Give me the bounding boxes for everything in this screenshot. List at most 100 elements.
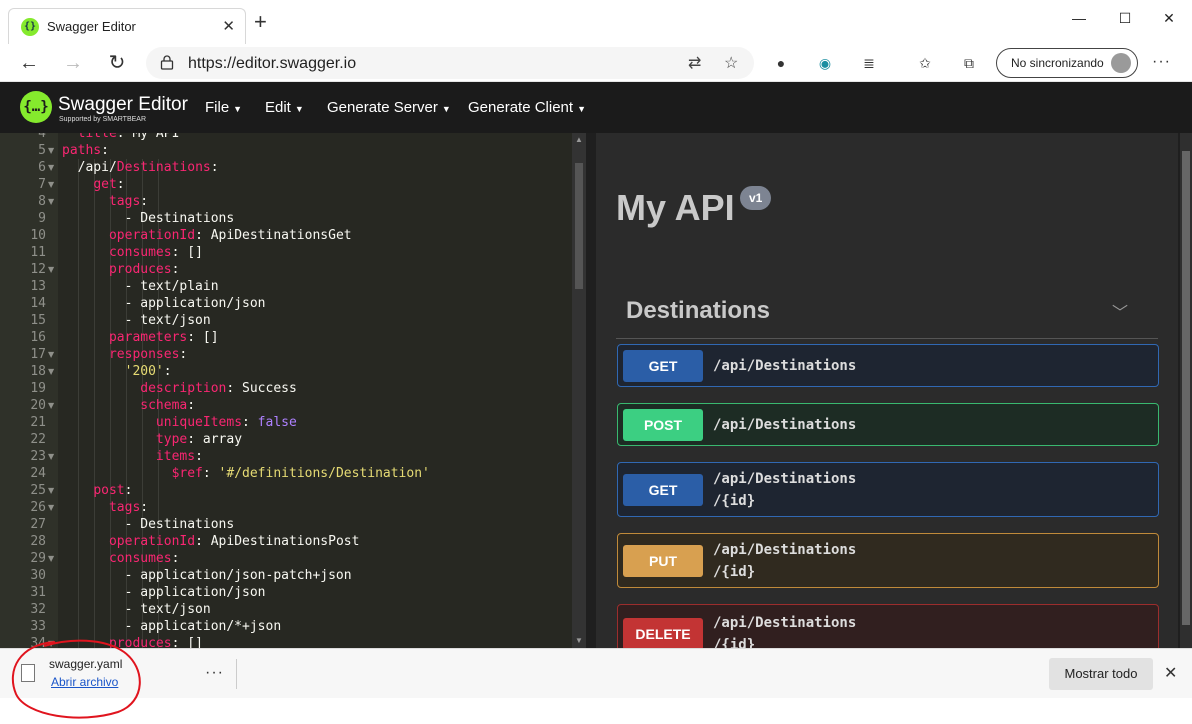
- code-token: /api/: [62, 160, 117, 175]
- download-bar-close-icon[interactable]: ✕: [1164, 663, 1177, 683]
- download-more-icon[interactable]: ···: [205, 664, 224, 682]
- fold-arrow-icon[interactable]: ▼: [48, 550, 54, 567]
- fold-arrow-icon[interactable]: ▼: [48, 193, 54, 210]
- menu-generate-client[interactable]: Generate Client ▼: [468, 99, 586, 116]
- line-number: 12: [30, 262, 46, 277]
- scroll-up-icon[interactable]: ▲: [572, 133, 586, 147]
- operation-get[interactable]: GET/api/Destinations /{id}: [617, 462, 1159, 517]
- swagger-logo-icon: {…}: [20, 91, 52, 123]
- preview-scrollbar[interactable]: [1180, 133, 1192, 648]
- profile-button[interactable]: No sincronizando: [996, 48, 1138, 78]
- fold-arrow-icon[interactable]: ▼: [48, 142, 54, 159]
- editor-scrollbar[interactable]: ▲ ▼: [572, 133, 586, 648]
- translate-icon[interactable]: ⇄: [688, 53, 701, 73]
- line-number-gutter: 4 5 ▼ 6 ▼ 7 ▼ 8 ▼ 9 10 11 12 ▼ 13 14 15 16 17 ▼ 18 ▼ 19 20 ▼ 21 22…: [0, 133, 58, 648]
- scroll-down-icon[interactable]: ▼: [572, 634, 586, 648]
- maximize-icon[interactable]: ☐: [1102, 6, 1148, 30]
- chevron-down-icon[interactable]: ﹀: [1112, 299, 1128, 323]
- code-line: tags:: [62, 499, 148, 516]
- fold-arrow-icon[interactable]: ▼: [48, 482, 54, 499]
- code-token: :: [140, 500, 149, 515]
- code-token: $ref: [171, 466, 203, 481]
- line-number: 9: [38, 211, 46, 226]
- code-token: '#/definitions/Destination': [218, 466, 430, 481]
- browser-tab[interactable]: {} Swagger Editor ✕: [8, 8, 246, 44]
- operation-get[interactable]: GET/api/Destinations: [617, 344, 1159, 387]
- code-line: description: Success: [62, 380, 297, 397]
- back-icon[interactable]: ←: [16, 50, 42, 76]
- code-token: schema: [140, 398, 188, 413]
- tag-name[interactable]: Destinations: [626, 297, 770, 325]
- favorite-star-icon[interactable]: ☆: [724, 53, 738, 73]
- fold-arrow-icon[interactable]: ▼: [48, 448, 54, 465]
- menu-generate-server[interactable]: Generate Server ▼: [327, 99, 451, 116]
- code-line: - Destinations: [62, 210, 235, 227]
- url-bar[interactable]: https://editor.swagger.io ⇄ ☆: [146, 47, 754, 79]
- operation-put[interactable]: PUT/api/Destinations /{id}: [617, 533, 1159, 588]
- method-badge: DELETE: [623, 618, 703, 648]
- code-token: :: [187, 398, 196, 413]
- yaml-editor[interactable]: 4 5 ▼ 6 ▼ 7 ▼ 8 ▼ 9 10 11 12 ▼ 13 14 15 16 17 ▼ 18 ▼ 19 20 ▼ 21 22…: [0, 133, 586, 648]
- code-token: :: [171, 551, 180, 566]
- favorites-list-icon[interactable]: ✩: [916, 54, 934, 72]
- menu-edit[interactable]: Edit ▼: [265, 99, 304, 116]
- code-token: post: [93, 483, 125, 498]
- fold-arrow-icon[interactable]: ▼: [48, 261, 54, 278]
- fold-arrow-icon[interactable]: ▼: [48, 397, 54, 414]
- tab-close-icon[interactable]: ✕: [222, 17, 235, 35]
- menu-file[interactable]: File ▼: [205, 99, 242, 116]
- fold-arrow-icon[interactable]: ▼: [48, 159, 54, 176]
- code-token: : My API: [116, 133, 180, 141]
- operation-post[interactable]: POST/api/Destinations: [617, 403, 1159, 446]
- fold-arrow-icon[interactable]: ▼: [48, 499, 54, 516]
- lightbulb-extension-icon[interactable]: ●: [772, 54, 790, 72]
- operation-path: /api/Destinations: [713, 471, 857, 487]
- code-token: :: [179, 347, 188, 362]
- code-token: : []: [171, 636, 203, 648]
- circle-extension-icon[interactable]: ◉: [816, 54, 834, 72]
- code-line: paths:: [62, 142, 109, 159]
- line-number: 26: [30, 500, 46, 515]
- fold-arrow-icon[interactable]: ▼: [48, 363, 54, 380]
- forward-icon[interactable]: →: [60, 50, 86, 76]
- stack-extension-icon[interactable]: ≣: [860, 54, 878, 72]
- minimize-icon[interactable]: —: [1056, 6, 1102, 30]
- more-options-icon[interactable]: ···: [1152, 53, 1171, 71]
- line-number: 31: [30, 585, 46, 600]
- code-token: get: [93, 177, 117, 192]
- code-token: '200': [124, 364, 164, 379]
- window-close-icon[interactable]: ✕: [1146, 6, 1192, 30]
- line-number: 20: [30, 398, 46, 413]
- avatar: [1111, 53, 1131, 73]
- menu-file-label: File: [205, 99, 230, 116]
- fold-arrow-icon[interactable]: ▼: [48, 176, 54, 193]
- profile-label: No sincronizando: [1011, 56, 1104, 70]
- open-file-link[interactable]: Abrir archivo: [51, 675, 118, 689]
- menu-edit-label: Edit: [265, 99, 291, 116]
- divider: [236, 659, 237, 689]
- method-badge: POST: [623, 409, 703, 441]
- fold-arrow-icon[interactable]: ▼: [48, 346, 54, 363]
- code-token: operationId: [108, 228, 196, 243]
- code-token: responses: [108, 347, 180, 362]
- new-tab-icon[interactable]: +: [254, 11, 267, 33]
- chevron-down-icon: ▼: [577, 104, 586, 114]
- editor-scroll-thumb[interactable]: [575, 163, 583, 289]
- line-number: 22: [30, 432, 46, 447]
- show-all-button[interactable]: Mostrar todo: [1049, 658, 1153, 690]
- operation-delete[interactable]: DELETE/api/Destinations /{id}: [617, 604, 1159, 648]
- download-filename[interactable]: swagger.yaml: [49, 657, 122, 671]
- preview-scroll-thumb[interactable]: [1182, 151, 1190, 625]
- line-number: 7: [38, 177, 46, 192]
- code-token: :: [202, 466, 219, 481]
- line-number: 24: [30, 466, 46, 481]
- collections-icon[interactable]: ⧉: [960, 54, 978, 72]
- code-token: - application/json: [62, 585, 266, 600]
- fold-arrow-icon[interactable]: ▼: [48, 635, 54, 648]
- refresh-icon[interactable]: ↻: [104, 50, 130, 76]
